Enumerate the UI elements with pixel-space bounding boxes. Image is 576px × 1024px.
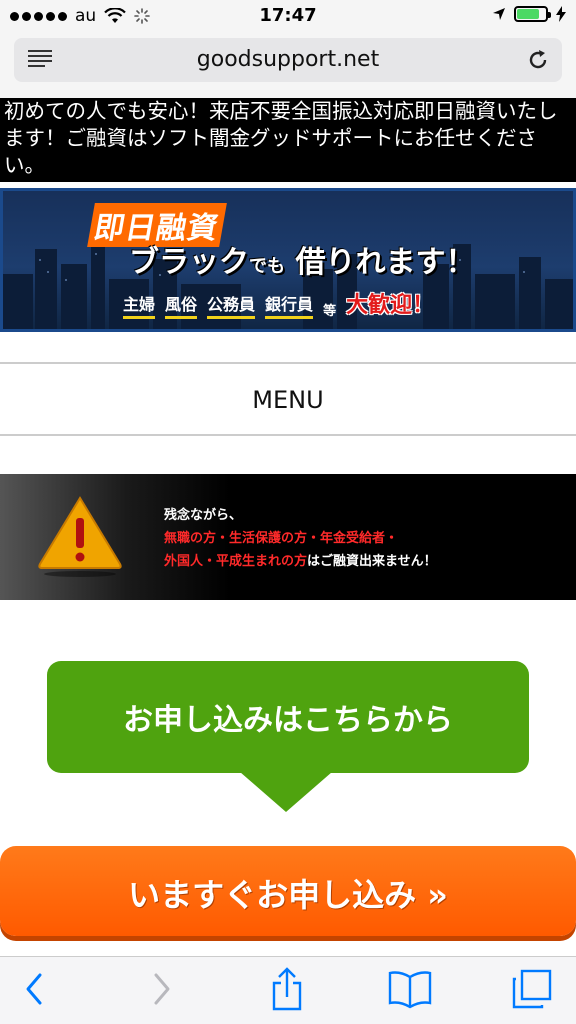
tabs-icon[interactable] (510, 969, 554, 1011)
address-bar[interactable]: goodsupport.net (14, 38, 562, 82)
banner-demo: でも (249, 256, 285, 277)
status-right (492, 6, 566, 22)
charging-bolt-icon (556, 6, 566, 22)
warning-banner: 残念ながら、 無職の方・生活保護の方・年金受給者・ 外国人・平成生まれの方はご融… (0, 474, 576, 600)
apply-here-label: お申し込みはこちらから (123, 703, 453, 738)
browser-header: goodsupport.net (0, 32, 576, 98)
banner-welcome: 大歓迎！ (346, 293, 435, 318)
apply-now-label: いますぐお申し込み » (128, 876, 448, 914)
banner-tag: 銀行員 (265, 291, 314, 319)
reload-icon[interactable] (526, 48, 550, 72)
back-icon[interactable] (22, 971, 46, 1007)
warning-text: 残念ながら、 無職の方・生活保護の方・年金受給者・ 外国人・平成生まれの方はご融… (164, 504, 437, 573)
banner-tags: 主婦 風俗 公務員 銀行員 等 大歓迎！ (123, 287, 434, 319)
banner-tag: 主婦 (123, 291, 156, 319)
url-text[interactable]: goodsupport.net (14, 47, 562, 72)
status-bar: au 17:47 (0, 0, 576, 32)
clock: 17:47 (259, 5, 317, 26)
battery-level (517, 9, 540, 19)
hero-banner[interactable]: 即日融資 ブラックでも 借りれます！ 主婦 風俗 公務員 銀行員 等 大歓迎！ (0, 188, 576, 332)
apply-here-button[interactable]: お申し込みはこちらから (47, 661, 529, 773)
banner-can-borrow: 借りれます！ (295, 245, 476, 280)
battery-icon (514, 6, 551, 22)
banner-tag: 風俗 (165, 291, 198, 319)
browser-toolbar (0, 956, 576, 1024)
banner-tag: 公務員 (207, 291, 256, 319)
warning-line3: 外国人・平成生まれの方はご融資出来ません！ (164, 550, 437, 573)
warning-line3-white: はご融資出来ません！ (307, 554, 437, 569)
warning-triangle-icon (38, 496, 122, 577)
share-icon[interactable] (270, 967, 304, 1011)
bookmarks-icon[interactable] (388, 969, 432, 1009)
intro-text: 初めての人でも安心！来店不要全国振込対応即日融資いたします！ご融資はソフト闇金グ… (0, 98, 576, 182)
location-arrow-icon (493, 8, 505, 20)
warning-line3-red: 外国人・平成生まれの方 (164, 554, 308, 569)
warning-line2: 無職の方・生活保護の方・年金受給者・ (164, 531, 399, 546)
apply-here-arrow (240, 772, 332, 812)
banner-black: ブラック (129, 245, 249, 280)
forward-icon[interactable] (150, 971, 174, 1007)
banner-headline: ブラックでも 借りれます！ (129, 237, 475, 281)
browser-screen: au 17:47 goodsupport.net 初めての人でも安心！来店不要全… (0, 0, 576, 1024)
menu-button[interactable]: MENU (0, 362, 576, 436)
warning-line1: 残念ながら、 (164, 508, 243, 523)
banner-tags-suffix: 等 (323, 304, 337, 319)
apply-now-button[interactable]: いますぐお申し込み » (0, 846, 576, 936)
